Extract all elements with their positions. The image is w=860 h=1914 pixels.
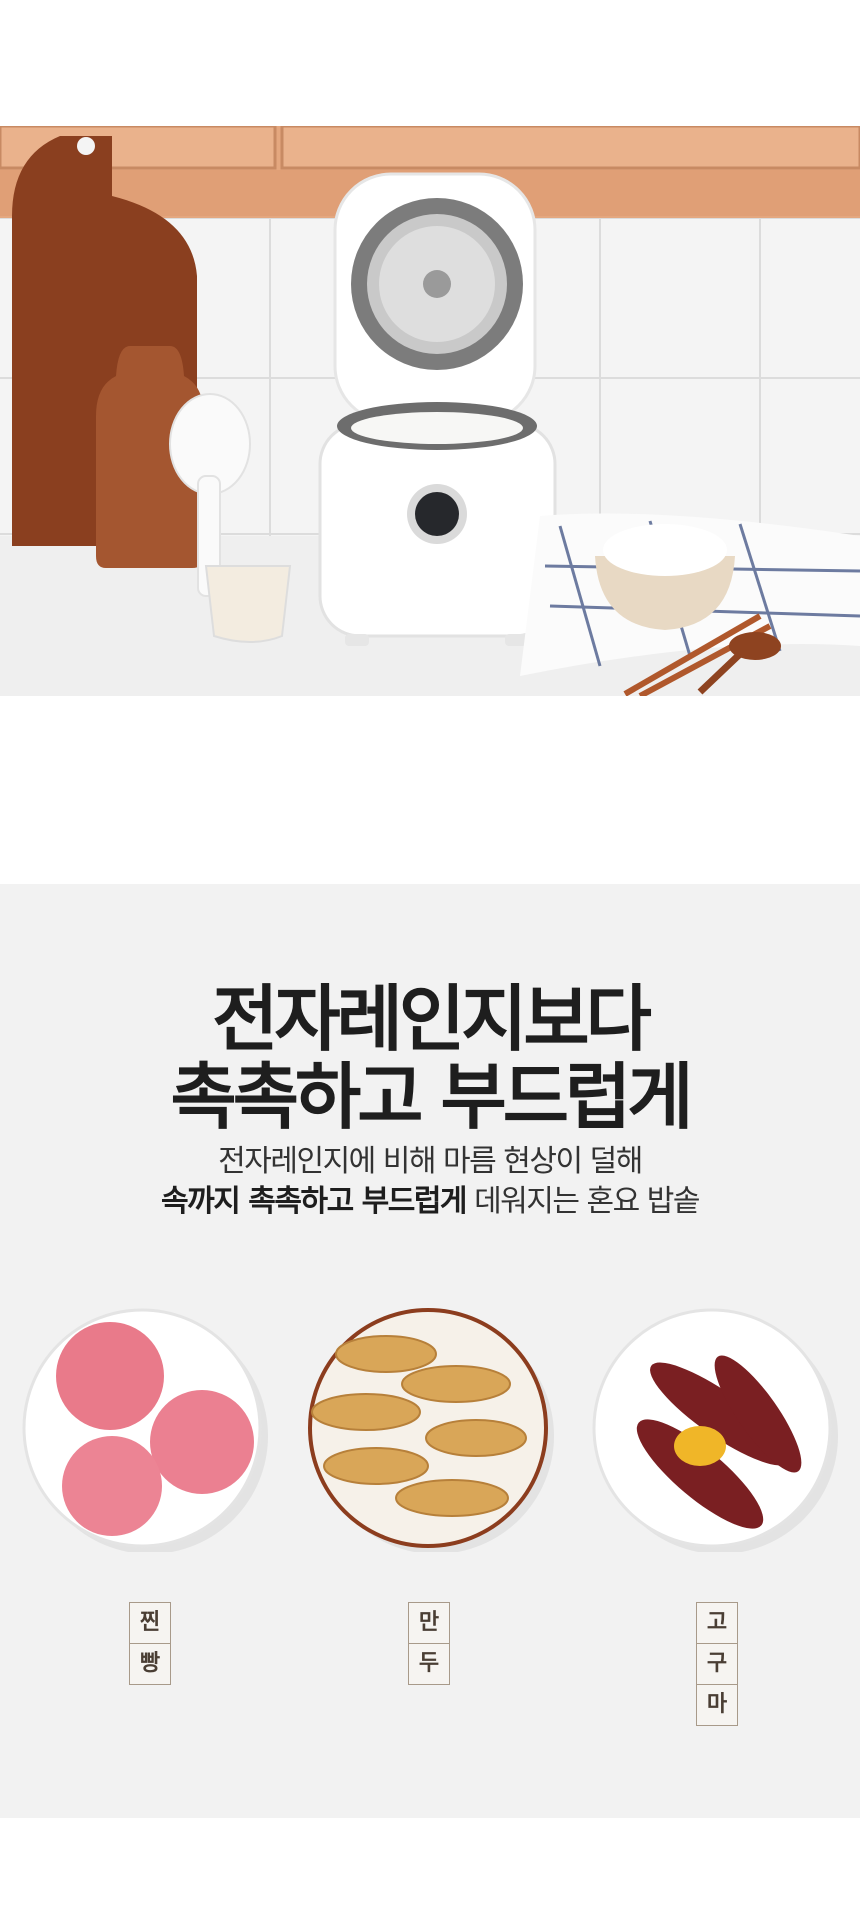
sweet-potato-plate-icon <box>590 1304 838 1554</box>
label-char: 구 <box>697 1644 737 1685</box>
steamed-bun-plate-icon <box>20 1304 268 1554</box>
label-char: 두 <box>418 1651 440 1676</box>
label-char: 찐 <box>130 1603 170 1644</box>
dumpling-plate-icon <box>306 1304 554 1554</box>
subtext-rest: 데워지는 혼요 밥솥 <box>466 1184 700 1219</box>
label-sweet-potato: 고 구 마 <box>696 1602 738 1726</box>
subtext-line-1: 전자레인지에 비해 마름 현상이 덜해 <box>218 1144 643 1179</box>
label-char: 마 <box>706 1692 728 1717</box>
subtext-line-2: 속까지 촉촉하고 부드럽게 데워지는 혼요 밥솥 <box>0 1182 860 1222</box>
label-steamed-bun: 찐 빵 <box>129 1602 171 1685</box>
label-char: 만 <box>409 1603 449 1644</box>
label-char: 빵 <box>139 1651 161 1676</box>
headline-line-2: 촉촉하고 부드럽게 <box>170 1055 694 1139</box>
label-dumpling: 만 두 <box>408 1602 450 1685</box>
label-char: 고 <box>697 1603 737 1644</box>
product-photo <box>0 126 860 696</box>
subtext-bold: 속까지 촉촉하고 부드럽게 <box>161 1184 468 1219</box>
rice-cooker-kitchen-image <box>0 126 860 696</box>
headline-line-1: 전자레인지보다 <box>212 977 652 1061</box>
feature-section: 전자레인지보다 촉촉하고 부드럽게 전자레인지에 비해 마름 현상이 덜해 속까… <box>0 884 860 1818</box>
